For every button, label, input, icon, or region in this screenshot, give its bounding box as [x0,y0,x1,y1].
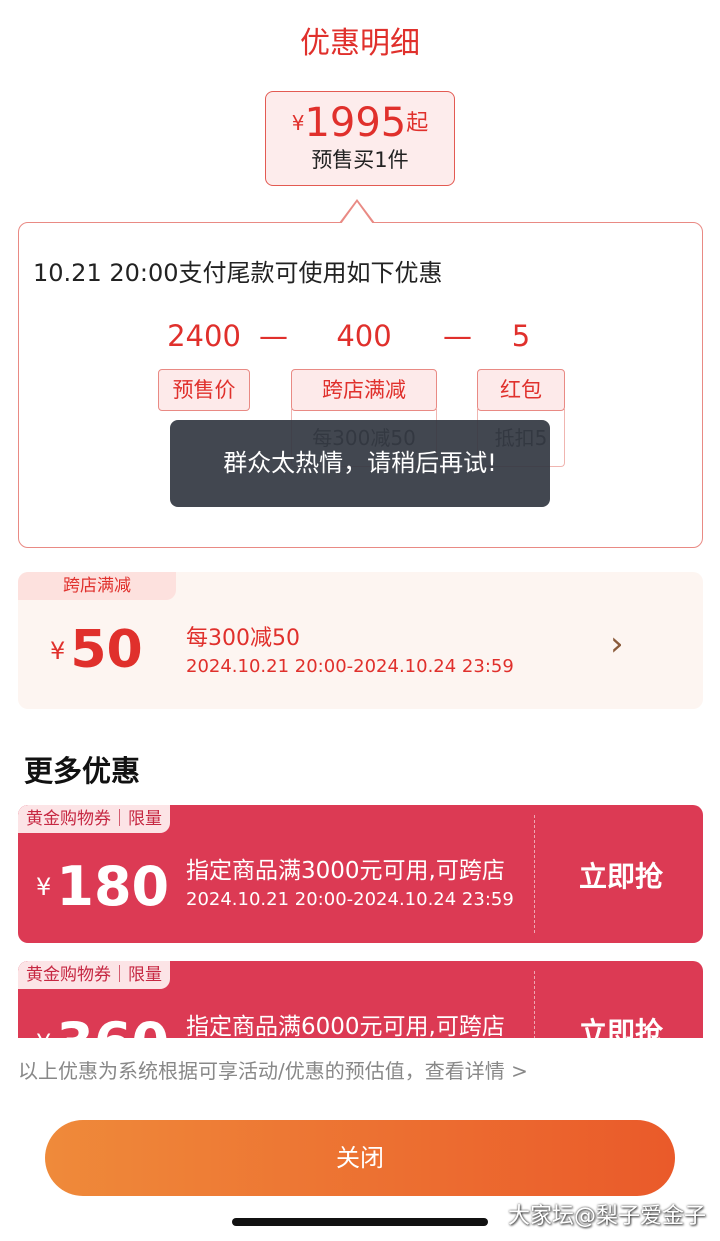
watermark-text: 大家坛@梨子爱金子 [507,1204,706,1229]
store-discount-value: 400 [336,319,392,353]
store-discount-time: 2024.10.21 20:00-2024.10.24 23:59 [186,656,514,677]
currency-symbol: ¥ [36,873,52,901]
price-subtitle: 预售买1件 [311,148,409,172]
presale-price-value: 2400 [167,319,241,353]
store-discount-amount: ¥ 50 [50,620,143,680]
amount-number: 180 [56,855,170,918]
callout-arrow-fill [341,202,373,224]
currency-symbol: ¥ [50,637,66,665]
more-offers-title: 更多优惠 [24,754,141,788]
minus-operator: — [443,319,472,353]
coupon-card: 黄金购物券｜限量 ¥ 180 指定商品满3000元可用,可跨店 2024.10.… [18,805,703,943]
store-discount-card[interactable]: 跨店满减 ¥ 50 每300减50 2024.10.21 20:00-2024.… [18,572,703,709]
home-indicator[interactable] [232,1218,488,1226]
amount-number: 50 [70,620,143,680]
page-title: 优惠明细 [300,26,420,61]
grab-coupon-button[interactable]: 立即抢 [556,855,686,895]
coupon-desc: 指定商品满3000元可用,可跨店 [186,858,505,884]
price-currency: ¥ [291,111,305,135]
disclaimer-link[interactable]: 以上优惠为系统根据可享活动/优惠的预估值，查看详情 > [18,1055,528,1084]
price-number: 1995 [304,100,407,146]
price-amount: ¥1995起 [266,100,454,146]
store-discount-tag: 跨店满减 [291,369,437,411]
coupon-desc: 指定商品满6000元可用,可跨店 [186,1014,505,1040]
close-button[interactable]: 关闭 [45,1120,675,1196]
toast-message: 群众太热情，请稍后再试! [170,420,550,507]
price-suffix: 起 [406,111,429,136]
chevron-right-icon[interactable]: › [610,624,624,664]
coupon-label: 黄金购物券｜限量 [18,805,170,833]
store-discount-label: 跨店满减 [18,572,176,600]
presale-price-tag: 预售价 [158,369,250,411]
red-packet-tag: 红包 [477,369,565,411]
minus-operator: — [259,319,288,353]
price-summary: ¥1995起 预售买1件 [265,91,455,186]
red-packet-value: 5 [511,319,531,353]
coupon-amount: ¥ 180 [36,855,169,918]
calc-heading: 10.21 20:00支付尾款可使用如下优惠 [33,259,443,287]
coupon-label: 黄金购物券｜限量 [18,961,170,989]
store-discount-desc: 每300减50 [186,626,300,651]
coupon-time: 2024.10.21 20:00-2024.10.24 23:59 [186,889,514,910]
coupon-divider [534,815,535,933]
